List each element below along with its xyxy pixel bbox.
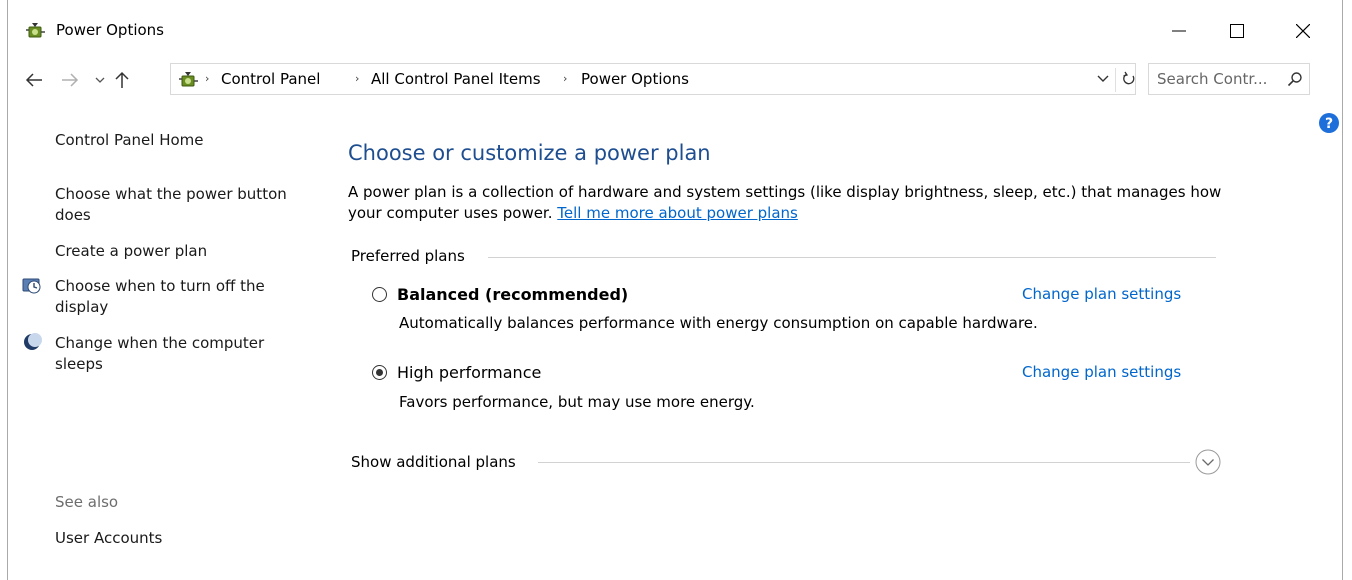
recent-locations-button[interactable] (88, 68, 112, 92)
tell-me-more-link[interactable]: Tell me more about power plans (557, 204, 798, 222)
breadcrumb-all-control-panel-items[interactable]: All Control Panel Items (371, 70, 541, 88)
balanced-plan-description: Automatically balances performance with … (399, 314, 1038, 332)
power-options-icon (179, 72, 198, 87)
sleep-moon-icon (24, 333, 42, 350)
balanced-plan-radio[interactable] (372, 287, 387, 302)
chevron-down-icon (95, 77, 105, 83)
search-icon[interactable] (1287, 71, 1303, 87)
power-options-window: Power Options › Control Panel › All Cont… (7, 0, 1343, 580)
power-options-app-icon (26, 23, 45, 38)
expand-additional-plans-icon[interactable] (1194, 448, 1222, 476)
maximize-icon (1230, 24, 1244, 38)
balanced-change-settings-link[interactable]: Change plan settings (1022, 285, 1181, 303)
breadcrumb-separator-icon[interactable]: › (355, 72, 359, 85)
see-also-label: See also (55, 493, 119, 511)
control-panel-home-link[interactable]: Control Panel Home (55, 130, 204, 151)
close-button[interactable] (1280, 12, 1326, 50)
forward-button[interactable] (58, 68, 82, 92)
up-arrow-icon (115, 71, 129, 88)
page-title: Choose or customize a power plan (348, 141, 711, 165)
chevron-down-icon (1097, 75, 1109, 82)
preferred-plans-label: Preferred plans (351, 247, 465, 265)
address-bar[interactable]: › Control Panel › All Control Panel Item… (170, 63, 1136, 95)
up-button[interactable] (110, 68, 134, 92)
high-performance-change-settings-link[interactable]: Change plan settings (1022, 363, 1181, 381)
svg-text:?: ? (1325, 116, 1333, 132)
search-box[interactable] (1148, 63, 1310, 95)
refresh-icon (1123, 71, 1135, 85)
turn-off-display-link[interactable]: Choose when to turn off the display (55, 276, 305, 318)
create-power-plan-link[interactable]: Create a power plan (55, 241, 207, 262)
show-additional-plans-label[interactable]: Show additional plans (351, 453, 516, 471)
minimize-icon (1172, 30, 1186, 32)
additional-plans-divider (538, 462, 1190, 463)
window-title: Power Options (56, 21, 164, 39)
computer-sleep-link[interactable]: Change when the computer sleeps (55, 333, 305, 375)
search-input[interactable] (1157, 69, 1277, 89)
power-button-settings-link[interactable]: Choose what the power button does (55, 184, 315, 226)
balanced-plan-name[interactable]: Balanced (recommended) (397, 285, 628, 304)
breadcrumb-control-panel[interactable]: Control Panel (221, 70, 320, 88)
back-button[interactable] (22, 68, 46, 92)
breadcrumb-separator-icon[interactable]: › (563, 72, 567, 85)
high-performance-plan-name[interactable]: High performance (397, 363, 541, 382)
address-dropdown-button[interactable] (1095, 70, 1111, 88)
maximize-button[interactable] (1214, 12, 1260, 50)
address-row: › Control Panel › All Control Panel Item… (8, 62, 1342, 98)
address-divider (1115, 68, 1116, 92)
close-icon (1296, 24, 1310, 38)
help-icon[interactable]: ? (1318, 112, 1340, 134)
refresh-button[interactable] (1121, 70, 1137, 88)
forward-arrow-icon (62, 73, 79, 87)
high-performance-plan-radio[interactable] (372, 365, 387, 380)
user-accounts-link[interactable]: User Accounts (55, 528, 162, 549)
breadcrumb-power-options[interactable]: Power Options (581, 70, 689, 88)
breadcrumb-separator-icon[interactable]: › (205, 72, 209, 85)
high-performance-plan-description: Favors performance, but may use more ene… (399, 393, 755, 411)
preferred-plans-divider (488, 257, 1216, 258)
title-bar[interactable]: Power Options (8, 0, 1342, 62)
back-arrow-icon (25, 73, 42, 87)
display-timer-icon (22, 278, 41, 294)
page-description: A power plan is a collection of hardware… (348, 182, 1228, 224)
minimize-button[interactable] (1156, 12, 1202, 50)
